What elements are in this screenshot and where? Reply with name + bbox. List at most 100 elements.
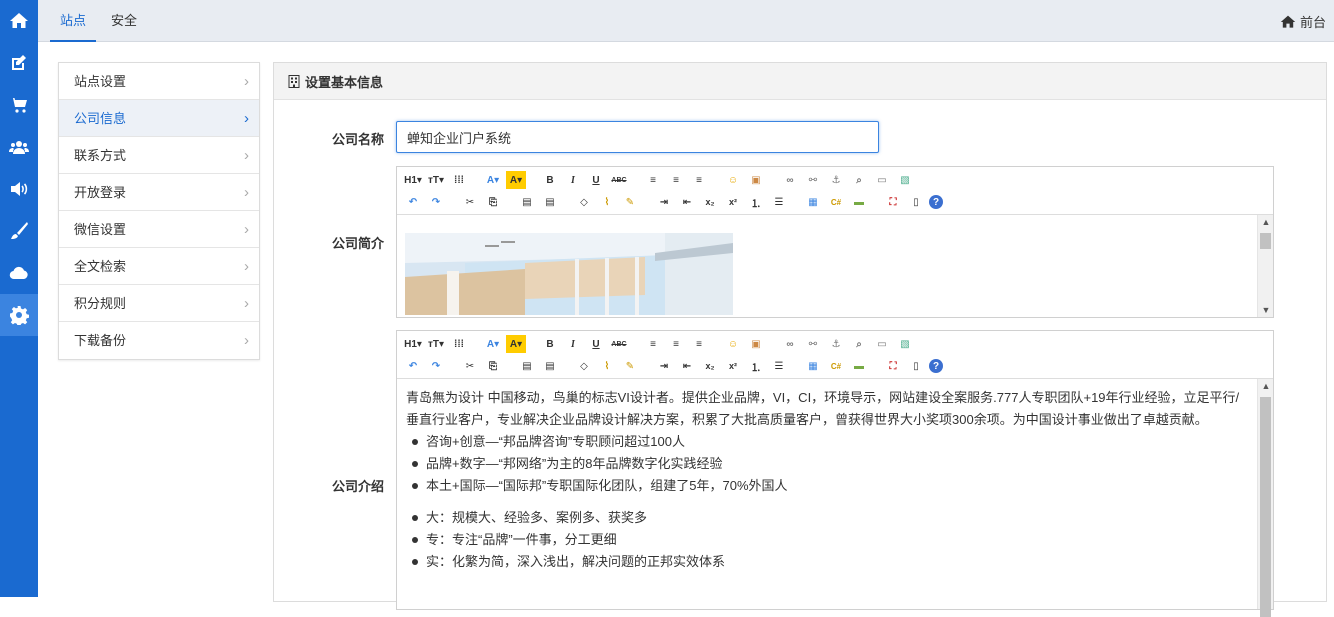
bold-button[interactable]: B bbox=[540, 335, 560, 353]
highlight-button[interactable]: A▾ bbox=[506, 335, 526, 353]
menu-item-fulltext-search[interactable]: 全文检索 › bbox=[59, 248, 259, 285]
hr-button[interactable]: ▬ bbox=[849, 193, 869, 211]
font-color-button[interactable]: A▾ bbox=[483, 335, 503, 353]
indent-button[interactable]: ⇥ bbox=[654, 357, 674, 375]
outdent-button[interactable]: ⇤ bbox=[677, 193, 697, 211]
paste-button[interactable]: ▤ bbox=[517, 193, 537, 211]
find-button[interactable]: ⌕ bbox=[849, 171, 869, 189]
picture-button[interactable]: ▧ bbox=[895, 171, 915, 189]
paste-button[interactable]: ▤ bbox=[517, 357, 537, 375]
editor-body[interactable]: ▲ ▼ bbox=[397, 215, 1273, 317]
unordered-list-button[interactable]: ☰ bbox=[769, 193, 789, 211]
nav-brush[interactable] bbox=[0, 210, 38, 252]
source-button[interactable]: ▯ bbox=[906, 193, 926, 211]
undo-button[interactable]: ↶ bbox=[403, 357, 423, 375]
nav-home[interactable] bbox=[0, 0, 38, 42]
front-link[interactable]: 前台 bbox=[1280, 12, 1326, 31]
fullscreen-button[interactable]: ⛶ bbox=[883, 357, 903, 375]
nav-cart[interactable] bbox=[0, 84, 38, 126]
italic-button[interactable]: I bbox=[563, 171, 583, 189]
strikethrough-button[interactable]: ABC bbox=[609, 335, 629, 353]
superscript-button[interactable]: x² bbox=[723, 357, 743, 375]
table-button[interactable]: ▦ bbox=[803, 193, 823, 211]
tab-site[interactable]: 站点 bbox=[50, 0, 97, 42]
superscript-button[interactable]: x² bbox=[723, 193, 743, 211]
scroll-thumb[interactable] bbox=[1260, 397, 1271, 617]
indent-button[interactable]: ⇥ bbox=[654, 193, 674, 211]
paste-text-button[interactable]: ▤ bbox=[540, 193, 560, 211]
font-size-button[interactable]: тT▾ bbox=[426, 171, 446, 189]
align-left-button[interactable]: ≡ bbox=[643, 335, 663, 353]
tab-security[interactable]: 安全 bbox=[101, 0, 147, 42]
menu-item-wechat[interactable]: 微信设置 › bbox=[59, 211, 259, 248]
line-height-button[interactable]: ⁞⁞⁞ bbox=[449, 335, 469, 353]
eraser-button[interactable]: ◇ bbox=[574, 193, 594, 211]
ordered-list-button[interactable]: ⒈ bbox=[746, 357, 766, 375]
table-button[interactable]: ▦ bbox=[803, 357, 823, 375]
fullscreen-button[interactable]: ⛶ bbox=[883, 193, 903, 211]
align-center-button[interactable]: ≡ bbox=[666, 171, 686, 189]
italic-button[interactable]: I bbox=[563, 335, 583, 353]
help-button[interactable]: ? bbox=[929, 195, 943, 209]
menu-item-contact[interactable]: 联系方式 › bbox=[59, 137, 259, 174]
font-color-button[interactable]: A▾ bbox=[483, 171, 503, 189]
editor-scrollbar[interactable]: ▲ bbox=[1257, 379, 1274, 617]
format-brush-button[interactable]: ⌇ bbox=[597, 193, 617, 211]
eraser-button[interactable]: ◇ bbox=[574, 357, 594, 375]
nav-settings[interactable] bbox=[0, 294, 38, 336]
menu-item-site-settings[interactable]: 站点设置 › bbox=[59, 63, 259, 100]
editor-content[interactable]: 青岛無为设计 中国移动，鸟巢的标志VI设计者。提供企业品牌，VI，CI，环境导示… bbox=[397, 379, 1257, 609]
highlight-button[interactable]: A▾ bbox=[506, 171, 526, 189]
paste-text-button[interactable]: ▤ bbox=[540, 357, 560, 375]
company-name-input[interactable] bbox=[396, 121, 879, 153]
outdent-button[interactable]: ⇤ bbox=[677, 357, 697, 375]
image-insert-button[interactable]: ▣ bbox=[746, 171, 766, 189]
menu-item-points-rules[interactable]: 积分规则 › bbox=[59, 285, 259, 322]
image-insert-button[interactable]: ▣ bbox=[746, 335, 766, 353]
video-button[interactable]: ▭ bbox=[872, 335, 892, 353]
align-right-button[interactable]: ≡ bbox=[689, 171, 709, 189]
line-height-button[interactable]: ⁞⁞⁞ bbox=[449, 171, 469, 189]
menu-item-open-login[interactable]: 开放登录 › bbox=[59, 174, 259, 211]
editor-scrollbar[interactable]: ▲ ▼ bbox=[1257, 215, 1273, 317]
description-editor[interactable]: H1▾ тT▾ ⁞⁞⁞ A▾ A▾ B I U ABC ≡ ≡ ≡ ☺ ▣ ∞ bbox=[396, 330, 1274, 617]
nav-users[interactable] bbox=[0, 126, 38, 168]
redo-button[interactable]: ↷ bbox=[426, 193, 446, 211]
notes-button[interactable]: ✎ bbox=[620, 193, 640, 211]
link-button[interactable]: ∞ bbox=[780, 171, 800, 189]
unlink-button[interactable]: ⚯ bbox=[803, 171, 823, 189]
scroll-thumb[interactable] bbox=[1260, 233, 1271, 249]
strikethrough-button[interactable]: ABC bbox=[609, 171, 629, 189]
undo-button[interactable]: ↶ bbox=[403, 193, 423, 211]
link-button[interactable]: ∞ bbox=[780, 335, 800, 353]
anchor-button[interactable]: ⚓ bbox=[826, 335, 846, 353]
anchor-button[interactable]: ⚓ bbox=[826, 171, 846, 189]
video-button[interactable]: ▭ bbox=[872, 171, 892, 189]
cut-button[interactable]: ✂ bbox=[460, 357, 480, 375]
subscript-button[interactable]: x₂ bbox=[700, 193, 720, 211]
nav-cloud[interactable] bbox=[0, 252, 38, 294]
align-center-button[interactable]: ≡ bbox=[666, 335, 686, 353]
source-button[interactable]: ▯ bbox=[906, 357, 926, 375]
unlink-button[interactable]: ⚯ bbox=[803, 335, 823, 353]
unordered-list-button[interactable]: ☰ bbox=[769, 357, 789, 375]
chevron-down-icon[interactable]: ▼ bbox=[1258, 305, 1274, 315]
align-right-button[interactable]: ≡ bbox=[689, 335, 709, 353]
ordered-list-button[interactable]: ⒈ bbox=[746, 193, 766, 211]
heading-button[interactable]: H1▾ bbox=[403, 335, 423, 353]
menu-item-backup[interactable]: 下载备份 › bbox=[59, 322, 259, 359]
nav-volume[interactable] bbox=[0, 168, 38, 210]
code-button[interactable]: C# bbox=[826, 193, 846, 211]
emoticon-button[interactable]: ☺ bbox=[723, 171, 743, 189]
chevron-up-icon[interactable]: ▲ bbox=[1258, 217, 1274, 227]
heading-button[interactable]: H1▾ bbox=[403, 171, 423, 189]
nav-edit[interactable] bbox=[0, 42, 38, 84]
notes-button[interactable]: ✎ bbox=[620, 357, 640, 375]
code-button[interactable]: C# bbox=[826, 357, 846, 375]
copy-button[interactable]: ⎘ bbox=[483, 193, 503, 211]
underline-button[interactable]: U bbox=[586, 171, 606, 189]
chevron-up-icon[interactable]: ▲ bbox=[1258, 381, 1274, 391]
copy-button[interactable]: ⎘ bbox=[483, 357, 503, 375]
intro-editor[interactable]: H1▾ тT▾ ⁞⁞⁞ A▾ A▾ B I U ABC ≡ ≡ ≡ ☺ ▣ ∞ bbox=[396, 166, 1274, 318]
underline-button[interactable]: U bbox=[586, 335, 606, 353]
